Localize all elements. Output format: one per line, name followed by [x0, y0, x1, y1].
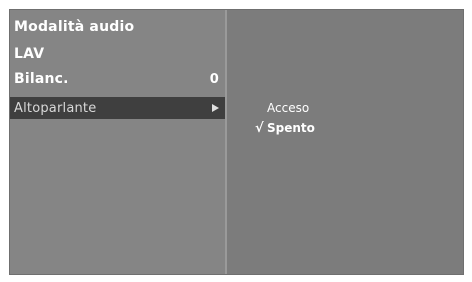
arrow-right-icon: [212, 104, 219, 112]
menu-item-label: Bilanc.: [14, 71, 69, 87]
option-label: Acceso: [267, 101, 310, 115]
osd-menu-window: Modalità audio LAV Bilanc. 0 Altoparlant…: [9, 9, 464, 275]
menu-item-modalita-audio[interactable]: Modalità audio: [10, 16, 225, 38]
balance-value: 0: [209, 71, 219, 87]
checkmark-icon: √: [255, 121, 264, 136]
main-menu-panel: Modalità audio LAV Bilanc. 0 Altoparlant…: [10, 10, 227, 274]
menu-item-altoparlante[interactable]: Altoparlante: [10, 97, 225, 119]
menu-item-bilanc[interactable]: Bilanc. 0: [10, 68, 225, 90]
option-spento[interactable]: √ Spento: [255, 121, 315, 136]
menu-item-label: Altoparlante: [14, 100, 97, 116]
option-acceso[interactable]: Acceso: [255, 101, 309, 115]
submenu-panel: Acceso √ Spento: [227, 10, 463, 274]
option-label: Spento: [267, 121, 315, 135]
menu-item-label: Modalità audio: [14, 19, 135, 35]
menu-item-label: LAV: [14, 46, 45, 62]
menu-item-lav[interactable]: LAV: [10, 43, 225, 65]
